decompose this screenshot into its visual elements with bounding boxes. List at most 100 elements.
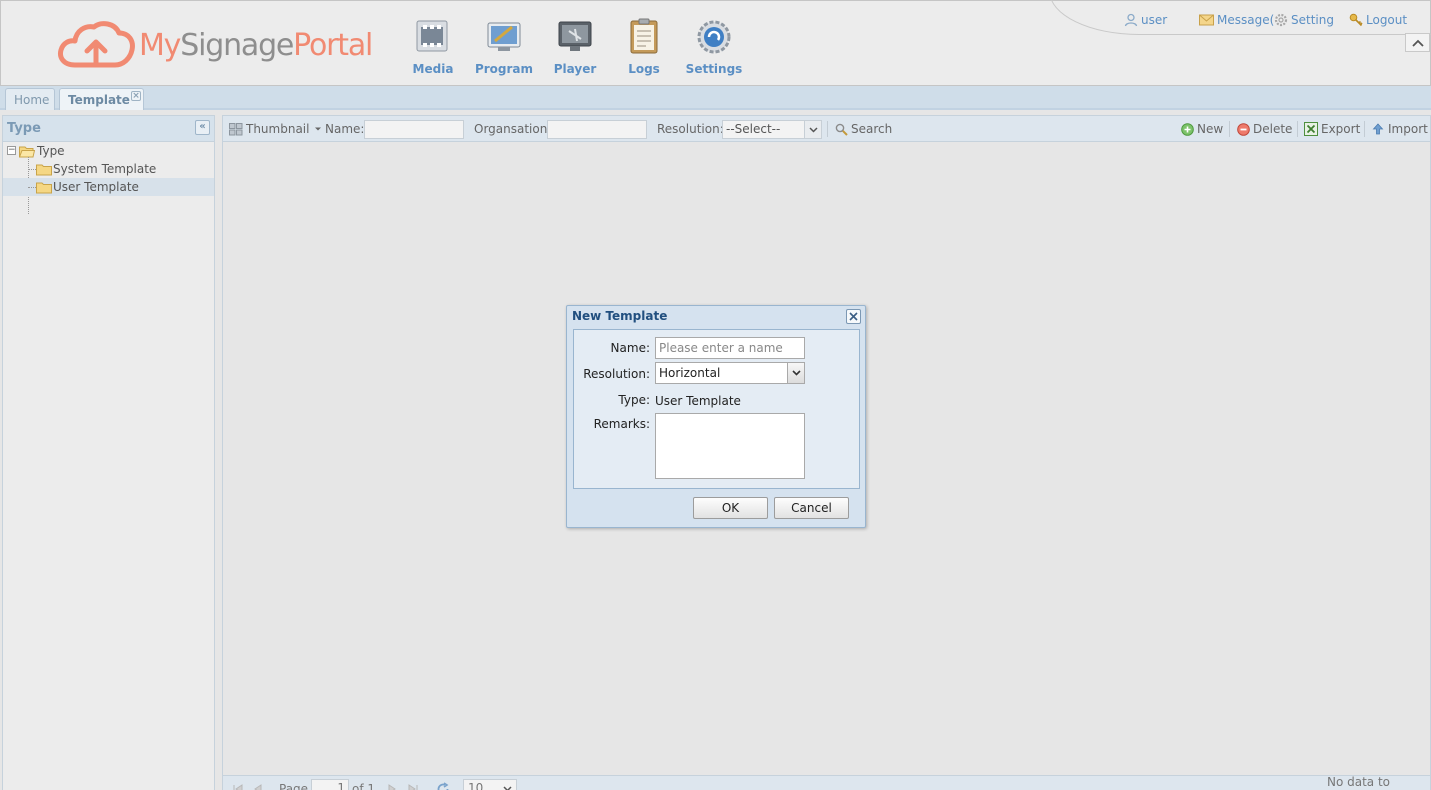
- tree-branch-line: [28, 169, 36, 170]
- nav-settings-label: Settings: [685, 62, 743, 76]
- delete-button-label: Delete: [1253, 122, 1293, 136]
- page-size-select[interactable]: 10: [463, 779, 517, 790]
- grid-toolbar: Thumbnail Name: Organsation: Resolution:…: [223, 116, 1430, 142]
- view-mode-label: Thumbnail: [246, 122, 310, 136]
- header: MySignagePortal Media Program Player Log…: [0, 0, 1431, 86]
- folder-open-icon: [19, 146, 35, 158]
- first-page-button[interactable]: [232, 780, 244, 790]
- toolbar-separator: [827, 121, 828, 137]
- setting-link-label: Setting: [1291, 13, 1334, 27]
- prev-page-icon: [254, 784, 262, 790]
- dialog-form: Name: Resolution: Horizontal Type: User …: [573, 329, 860, 489]
- paging-status-text: No data to display: [1327, 775, 1391, 790]
- nav-media-label: Media: [412, 62, 454, 76]
- export-button[interactable]: Export: [1304, 116, 1360, 142]
- remarks-label: Remarks:: [593, 417, 650, 431]
- setting-link[interactable]: Setting: [1274, 11, 1334, 29]
- first-page-icon: [233, 784, 243, 790]
- resolution-select[interactable]: Horizontal: [655, 362, 805, 384]
- export-button-label: Export: [1321, 122, 1361, 136]
- type-panel-header: Type «: [3, 116, 214, 142]
- key-icon: [1349, 13, 1363, 27]
- new-template-dialog: New Template Name: Resolution: Horizonta…: [566, 305, 866, 528]
- page-number-value: 1: [337, 781, 345, 790]
- tree-node-type[interactable]: − Type: [3, 142, 214, 160]
- collapse-left-icon[interactable]: «: [195, 120, 210, 135]
- tree-node-user-template[interactable]: User Template: [3, 178, 214, 196]
- envelope-icon: [1199, 14, 1214, 26]
- resolution-filter-label: Resolution:: [657, 116, 724, 142]
- app-window: MySignagePortal Media Program Player Log…: [0, 0, 1431, 790]
- paging-toolbar: Page 1 of 1 10 No data to display: [223, 775, 1430, 790]
- tree-collapse-icon[interactable]: −: [7, 146, 16, 155]
- tree-node-user-template-label: User Template: [53, 180, 139, 194]
- excel-icon: [1304, 122, 1318, 136]
- cancel-button[interactable]: Cancel: [774, 497, 849, 519]
- remarks-textarea[interactable]: [655, 413, 805, 479]
- import-button[interactable]: Import: [1372, 116, 1428, 142]
- new-button[interactable]: New: [1181, 116, 1223, 142]
- resolution-filter-value: --Select--: [726, 122, 781, 136]
- delete-icon: [1237, 122, 1250, 136]
- page-label: Page: [279, 780, 308, 790]
- cancel-button-label: Cancel: [791, 501, 832, 515]
- resolution-filter-label-text: Resolution:: [657, 122, 724, 136]
- tab-close-icon[interactable]: ×: [131, 91, 141, 101]
- tab-template[interactable]: Template ×: [59, 88, 144, 110]
- nav-program-label: Program: [474, 62, 534, 76]
- prev-page-button[interactable]: [253, 780, 263, 790]
- tree-node-system-template[interactable]: System Template: [3, 160, 214, 178]
- search-button-label: Search: [851, 122, 893, 136]
- paging-status: No data to display: [1327, 775, 1430, 790]
- next-page-icon: [388, 784, 396, 790]
- message-link[interactable]: Message(: [1199, 11, 1274, 29]
- folder-icon: [36, 182, 52, 194]
- user-link[interactable]: user: [1124, 11, 1167, 29]
- name-filter-input[interactable]: [364, 120, 464, 139]
- name-filter-label-text: Name:: [325, 122, 365, 136]
- folder-icon: [36, 164, 52, 176]
- collapse-header-button[interactable]: [1405, 33, 1430, 52]
- logout-link[interactable]: Logout: [1349, 11, 1407, 29]
- add-icon: [1181, 122, 1194, 136]
- type-tree: − Type System Template User Template: [3, 142, 214, 214]
- close-icon: [849, 312, 858, 321]
- logout-link-label: Logout: [1366, 13, 1408, 27]
- type-panel: Type « − Type System Template User Templ…: [2, 115, 215, 790]
- tab-template-label: Template: [68, 92, 130, 107]
- last-page-button[interactable]: [407, 780, 419, 790]
- delete-button[interactable]: Delete: [1237, 116, 1292, 142]
- search-icon: [835, 123, 848, 136]
- view-mode-button[interactable]: Thumbnail: [229, 116, 322, 142]
- template-name-input[interactable]: [655, 337, 805, 359]
- org-filter-label-text: Organsation:: [474, 122, 552, 136]
- refresh-button[interactable]: [436, 780, 450, 790]
- ok-button-label: OK: [721, 501, 740, 515]
- tab-home-label: Home: [14, 92, 50, 107]
- resolution-filter-select[interactable]: --Select--: [722, 120, 822, 139]
- tab-strip: Home Template ×: [0, 86, 1431, 110]
- message-link-label: Message(: [1217, 13, 1275, 27]
- tree-branch-line: [28, 187, 36, 188]
- tab-home[interactable]: Home: [5, 88, 55, 110]
- new-button-label: New: [1197, 122, 1224, 136]
- page-number-input[interactable]: 1: [311, 779, 349, 790]
- tree-node-system-template-label: System Template: [53, 162, 157, 176]
- org-filter-input[interactable]: [547, 120, 647, 139]
- refresh-icon: [437, 782, 449, 790]
- dialog-close-button[interactable]: [846, 309, 861, 324]
- top-links: user Message( Setting Logout: [1, 11, 1430, 29]
- name-filter-label: Name:: [325, 116, 364, 142]
- user-icon: [1124, 13, 1138, 27]
- search-button[interactable]: Search: [835, 116, 892, 142]
- next-page-button[interactable]: [387, 780, 397, 790]
- org-filter-label: Organsation:: [474, 116, 551, 142]
- ok-button[interactable]: OK: [693, 497, 768, 519]
- resolution-select-value: Horizontal: [659, 366, 721, 380]
- page-count-label: of 1: [352, 780, 375, 790]
- toolbar-separator: [1364, 121, 1365, 137]
- gear-icon: [1274, 13, 1288, 27]
- tree-node-type-label: Type: [37, 144, 65, 158]
- page-count-text: of 1: [352, 782, 376, 790]
- type-label: Type:: [618, 393, 650, 407]
